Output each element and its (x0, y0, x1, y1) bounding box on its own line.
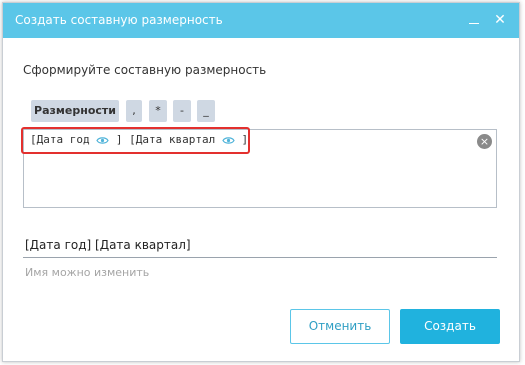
operator-underscore-button[interactable]: _ (197, 100, 215, 122)
highlight-frame (21, 127, 250, 154)
operator-star-button[interactable]: * (149, 100, 167, 122)
dialog-title: Создать составную размерность (15, 13, 223, 27)
dialog-titlebar: Создать составную размерность ✕ (3, 3, 519, 38)
dimension-name-field[interactable]: [Дата год] [Дата квартал] (25, 238, 191, 252)
operator-dash-button[interactable]: - (173, 100, 191, 122)
close-icon[interactable]: ✕ (491, 11, 509, 29)
cancel-button[interactable]: Отменить (290, 309, 390, 344)
compound-dimension-dialog: Создать составную размерность ✕ Сформиру… (2, 2, 520, 362)
minimize-icon[interactable] (465, 11, 483, 29)
name-hint: Имя можно изменить (25, 266, 150, 279)
instructions-text: Сформируйте составную размерность (23, 63, 267, 77)
create-button[interactable]: Создать (400, 309, 500, 344)
dimensions-button[interactable]: Размерности (31, 100, 119, 122)
name-field-underline (23, 257, 497, 258)
clear-icon[interactable]: × (477, 134, 492, 149)
operator-comma-button[interactable]: , (126, 100, 142, 122)
